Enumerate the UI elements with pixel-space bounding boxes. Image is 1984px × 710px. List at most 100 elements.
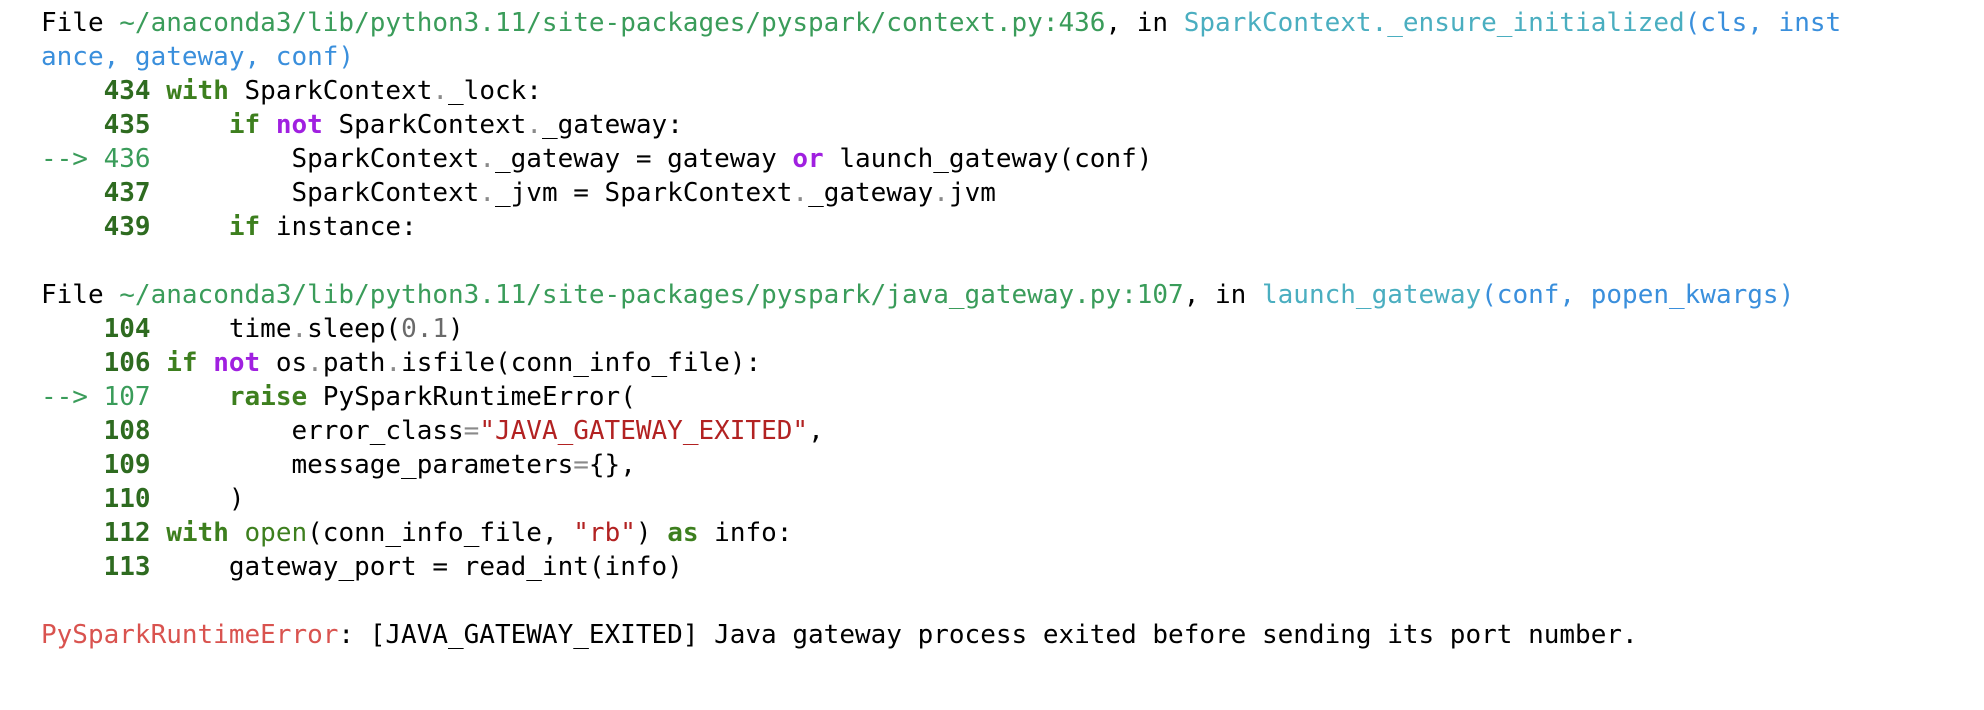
file-path-link[interactable]: ~/anaconda3/lib/python3.11/site-packages… xyxy=(119,280,1183,310)
operator: . xyxy=(526,110,542,140)
function-name: SparkContext._ensure_initialized xyxy=(1183,8,1685,38)
code-line: 110 ) xyxy=(41,482,1984,516)
operator: = xyxy=(573,450,589,480)
code-text: _gateway = gateway xyxy=(494,144,777,174)
operator: . xyxy=(385,348,402,378)
function-args: (cls, inst xyxy=(1684,8,1842,38)
code-text: PySparkRuntimeError( xyxy=(307,382,636,412)
operator: . xyxy=(792,178,809,208)
code-text: error_class xyxy=(291,416,464,446)
frame-header: File ~/anaconda3/lib/python3.11/site-pac… xyxy=(41,6,1984,40)
frame-header: File ~/anaconda3/lib/python3.11/site-pac… xyxy=(41,278,1984,312)
line-number: 110 xyxy=(103,484,151,514)
error-message: PySparkRuntimeError: [JAVA_GATEWAY_EXITE… xyxy=(41,618,1984,652)
keyword: if xyxy=(228,212,261,242)
line-number: 106 xyxy=(103,348,151,378)
keyword: not xyxy=(213,348,261,378)
line-number: 109 xyxy=(103,450,151,480)
function-args-wrap: ance, gateway, conf) xyxy=(41,42,355,72)
line-number: 112 xyxy=(103,518,151,548)
string-literal: "rb" xyxy=(573,518,636,548)
code-line: 106 if not os.path.isfile(conn_info_file… xyxy=(41,346,1984,380)
code-line: 435 if not SparkContext._gateway: xyxy=(41,108,1984,142)
operator: = xyxy=(463,416,480,446)
code-text: {}, xyxy=(588,450,636,480)
code-line: 437 SparkContext._jvm = SparkContext._ga… xyxy=(41,176,1984,210)
operator: . xyxy=(479,178,495,208)
exception-text: : [JAVA_GATEWAY_EXITED] Java gateway pro… xyxy=(338,620,1638,650)
code-text: sleep( xyxy=(307,314,402,344)
current-line-arrow: --> 107 xyxy=(41,382,151,412)
code-text: isfile(conn_info_file): xyxy=(401,348,762,378)
code-line: 104 time.sleep(0.1) xyxy=(41,312,1984,346)
code-text: ) xyxy=(228,484,245,514)
code-line-current: --> 107 raise PySparkRuntimeError( xyxy=(41,380,1984,414)
traceback-frame-java-gateway: File ~/anaconda3/lib/python3.11/site-pac… xyxy=(41,278,1984,584)
operator: . xyxy=(432,76,449,106)
keyword: not xyxy=(275,110,323,140)
keyword: if xyxy=(166,348,198,378)
traceback-output: File ~/anaconda3/lib/python3.11/site-pac… xyxy=(0,0,1984,710)
keyword: raise xyxy=(228,382,308,412)
code-text: SparkContext xyxy=(291,144,480,174)
keyword: if xyxy=(228,110,261,140)
file-path-link[interactable]: ~/anaconda3/lib/python3.11/site-packages… xyxy=(119,8,1105,38)
code-text: path xyxy=(322,348,386,378)
keyword: as xyxy=(667,518,699,548)
code-text: jvm xyxy=(948,178,996,208)
code-text: time xyxy=(228,314,292,344)
code-text: message_parameters xyxy=(291,450,574,480)
keyword: with xyxy=(166,76,229,106)
code-text: ) xyxy=(635,518,668,548)
code-line: 109 message_parameters={}, xyxy=(41,448,1984,482)
operator: . xyxy=(291,314,308,344)
operator: . xyxy=(307,348,323,378)
function-name: launch_gateway xyxy=(1262,280,1482,310)
code-text: launch_gateway(conf) xyxy=(823,144,1153,174)
file-label: File xyxy=(41,8,104,38)
code-text: instance: xyxy=(260,212,417,242)
code-line: 113 gateway_port = read_int(info) xyxy=(41,550,1984,584)
line-number: 439 xyxy=(103,212,151,242)
code-line: 112 with open(conn_info_file, "rb") as i… xyxy=(41,516,1984,550)
exception-name: PySparkRuntimeError xyxy=(41,620,339,650)
operator: . xyxy=(479,144,495,174)
current-line-arrow: --> 436 xyxy=(41,144,151,174)
line-number: 437 xyxy=(103,178,151,208)
code-text: (conn_info_file, xyxy=(307,518,574,548)
operator: . xyxy=(933,178,949,208)
code-text: SparkContext xyxy=(228,76,433,106)
keyword: with xyxy=(166,518,229,548)
code-text: os xyxy=(260,348,308,378)
keyword: or xyxy=(792,144,824,174)
code-text: SparkContext xyxy=(291,178,480,208)
number-literal: 0.1 xyxy=(401,314,449,344)
file-label: File xyxy=(41,280,104,310)
code-text: , xyxy=(808,416,824,446)
line-number: 434 xyxy=(103,76,151,106)
code-text: ) xyxy=(448,314,464,344)
code-text: _gateway xyxy=(808,178,934,208)
string-literal: "JAVA_GATEWAY_EXITED" xyxy=(479,416,809,446)
code-line: 108 error_class="JAVA_GATEWAY_EXITED", xyxy=(41,414,1984,448)
line-number: 104 xyxy=(103,314,151,344)
in-label: , in xyxy=(1105,8,1169,38)
function-args: (conf, popen_kwargs) xyxy=(1481,280,1795,310)
code-line: 434 with SparkContext._lock: xyxy=(41,74,1984,108)
code-text: _gateway: xyxy=(541,110,683,140)
line-number: 113 xyxy=(103,552,151,582)
code-text: info: xyxy=(698,518,793,548)
code-text: SparkContext xyxy=(322,110,527,140)
traceback-frame-context: File ~/anaconda3/lib/python3.11/site-pac… xyxy=(41,6,1984,244)
code-line-current: --> 436 SparkContext._gateway = gateway … xyxy=(41,142,1984,176)
code-text: gateway_port = read_int(info) xyxy=(228,552,683,582)
line-number: 435 xyxy=(103,110,151,140)
code-text: _lock: xyxy=(448,76,542,106)
in-label: , in xyxy=(1183,280,1247,310)
builtin-function: open xyxy=(244,518,308,548)
code-text: _jvm = SparkContext xyxy=(494,178,793,208)
frame-header-wrap: ance, gateway, conf) xyxy=(41,40,1984,74)
code-line: 439 if instance: xyxy=(41,210,1984,244)
